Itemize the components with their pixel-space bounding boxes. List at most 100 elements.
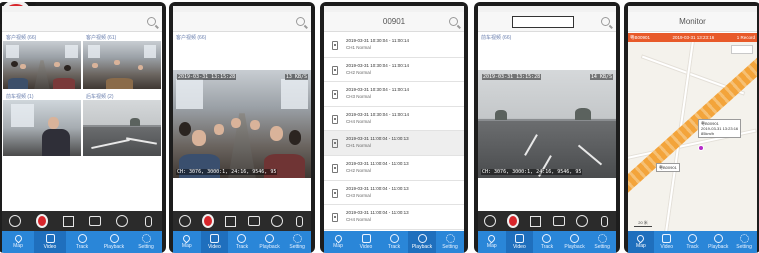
list-item[interactable]: 2019-03-31 11:00:04 - 11:00:13 CH4 Normal — [324, 205, 464, 230]
tab-setting[interactable]: Setting — [588, 231, 616, 253]
tab-map[interactable]: Map — [324, 231, 352, 253]
stop-button[interactable] — [63, 215, 75, 227]
volume-button[interactable] — [271, 215, 283, 227]
share-icon[interactable] — [484, 215, 496, 227]
phone-live-road: 前车视频 (66) 2019-03-31 13:15:28 14 KB/S CH… — [474, 2, 620, 253]
snapshot-button[interactable] — [89, 215, 101, 227]
list-item[interactable]: 2019-03-31 11:00:04 - 11:00:13 CH3 Normal — [324, 181, 464, 206]
map-scale: 20 米 — [634, 220, 652, 227]
record-time: 2019-03-31 11:00:04 - 11:00:13 — [346, 160, 409, 166]
stop-button[interactable] — [225, 215, 237, 227]
record-button[interactable] — [202, 215, 214, 227]
tab-video[interactable]: Video — [34, 231, 66, 253]
camera-feed[interactable]: 2019-03-31 13:15:28 14 KB/S CH: 3076, 30… — [478, 70, 616, 178]
camera-feed — [83, 41, 161, 89]
tab-map[interactable]: Map — [173, 231, 201, 253]
video-tile[interactable]: 客户视频 (66) — [3, 32, 81, 89]
tab-video[interactable]: Video — [505, 231, 534, 253]
playback-controls — [2, 211, 162, 231]
search-icon[interactable] — [449, 17, 458, 26]
share-icon[interactable] — [179, 215, 191, 227]
osd-timestamp: 2019-03-31 13:15:28 — [482, 74, 542, 80]
top-bar — [478, 12, 616, 32]
screen-monitor: Monitor 粤B00901 2019-03-31 13:23:16 1 Re… — [628, 6, 757, 253]
list-item[interactable]: 2019-03-31 10:30:04 - 11:00:14 CH3 Normal — [324, 82, 464, 107]
camera-feed[interactable]: 2019-03-31 13:15:28 13 KB/S CH: 3076, 30… — [173, 70, 311, 178]
search-icon[interactable] — [147, 17, 156, 26]
share-icon[interactable] — [9, 215, 21, 227]
tab-track[interactable]: Track — [380, 231, 408, 253]
file-icon — [332, 90, 338, 100]
tab-track[interactable]: Track — [228, 231, 256, 253]
vehicle-info-bar[interactable]: 粤B00901 2019-03-31 13:23:16 1 Record — [628, 33, 757, 42]
stop-button[interactable] — [530, 215, 542, 227]
camera-feed — [83, 100, 161, 156]
search-icon[interactable] — [296, 17, 305, 26]
tab-video[interactable]: Video — [352, 231, 380, 253]
video-icon — [361, 234, 371, 243]
map-pin-icon — [635, 233, 646, 244]
tab-label: Video — [43, 244, 57, 250]
search-icon[interactable] — [601, 17, 610, 26]
record-status: CH2 Normal — [346, 69, 371, 75]
tab-playback[interactable]: Playback — [408, 231, 436, 253]
camera-feed — [3, 100, 81, 156]
map-layer-toggle[interactable] — [731, 45, 753, 54]
tab-video[interactable]: Video — [200, 231, 229, 253]
tab-playback[interactable]: Playback — [705, 231, 731, 253]
list-item[interactable]: 2019-03-31 10:30:04 - 11:00:14 CH4 Normal — [324, 107, 464, 132]
talk-button[interactable] — [294, 215, 306, 227]
volume-button[interactable] — [576, 215, 588, 227]
list-item[interactable]: 2019-03-31 11:00:04 - 11:00:13 CH2 Normal — [324, 156, 464, 181]
tab-bar: Map Video Track Playback Setting — [173, 231, 311, 253]
tab-label: Playback — [103, 244, 125, 250]
tab-map[interactable]: Map — [2, 231, 34, 253]
list-item[interactable]: 2019-03-31 10:30:04 - 11:00:14 CH2 Normal — [324, 58, 464, 83]
gear-icon — [141, 234, 151, 243]
list-item[interactable]: 2019-03-31 11:00:04 - 11:00:13 CH1 Normal — [324, 131, 464, 156]
tab-playback[interactable]: Playback — [561, 231, 589, 253]
video-caption: 客户视频 (66) — [6, 35, 37, 41]
tab-label: Track — [235, 244, 249, 250]
video-tile[interactable]: 前车视频 (1) — [3, 91, 81, 156]
gps-time: 2019-03-31 13:23:16 — [672, 35, 715, 40]
record-button[interactable] — [507, 215, 519, 227]
map-view[interactable]: 粤B00901 2019-03-31 13:23:16 1 Record 粤B0… — [628, 33, 757, 231]
list-item[interactable]: 2019-03-31 10:30:04 - 11:00:14 CH1 Normal — [324, 33, 464, 58]
record-status: CH2 Normal — [346, 167, 371, 173]
tab-map[interactable]: Map — [478, 231, 506, 253]
screen-playback-list: 00901 2019-03-31 10:30:04 - 11:00:14 CH1 … — [324, 6, 464, 253]
search-input[interactable] — [512, 16, 574, 28]
tab-playback[interactable]: Playback — [98, 231, 130, 253]
osd-info: CH: 3076, 3000:1, 24:16, 9546, 95 — [176, 169, 278, 175]
tab-setting[interactable]: Setting — [130, 231, 162, 253]
tab-map[interactable]: Map — [628, 231, 654, 253]
phone-live-single: 客户视频 (66) 2019-03-31 13:15:28 13 KB/S CH… — [169, 2, 315, 253]
tab-setting[interactable]: Setting — [283, 231, 311, 253]
record-time: 2019-03-31 11:00:04 - 11:00:13 — [346, 210, 409, 216]
tab-track[interactable]: Track — [66, 231, 98, 253]
talk-button[interactable] — [143, 215, 155, 227]
tab-playback[interactable]: Playback — [256, 231, 284, 253]
tab-label: Map — [486, 243, 497, 249]
record-button[interactable] — [36, 215, 48, 227]
volume-button[interactable] — [116, 215, 128, 227]
gear-icon — [445, 234, 455, 243]
vehicle-marker[interactable] — [698, 145, 704, 151]
video-tile[interactable]: 后车视频 (2) — [83, 91, 161, 156]
tab-video[interactable]: Video — [654, 231, 680, 253]
talk-button[interactable] — [599, 215, 611, 227]
snapshot-button[interactable] — [553, 215, 565, 227]
phone-playback-list: 00901 2019-03-31 10:30:04 - 11:00:14 CH1 … — [320, 2, 468, 253]
playback-controls — [173, 211, 311, 231]
tab-label: Setting — [736, 244, 752, 250]
tab-track[interactable]: Track — [680, 231, 706, 253]
plate-number: 粤B00901 — [630, 35, 651, 40]
tab-setting[interactable]: Setting — [731, 231, 757, 253]
video-tile[interactable]: 客户视频 (61) — [83, 32, 161, 89]
file-icon — [332, 188, 338, 198]
snapshot-button[interactable] — [248, 215, 260, 227]
tab-track[interactable]: Track — [533, 231, 561, 253]
top-bar — [2, 12, 162, 32]
tab-setting[interactable]: Setting — [436, 231, 464, 253]
